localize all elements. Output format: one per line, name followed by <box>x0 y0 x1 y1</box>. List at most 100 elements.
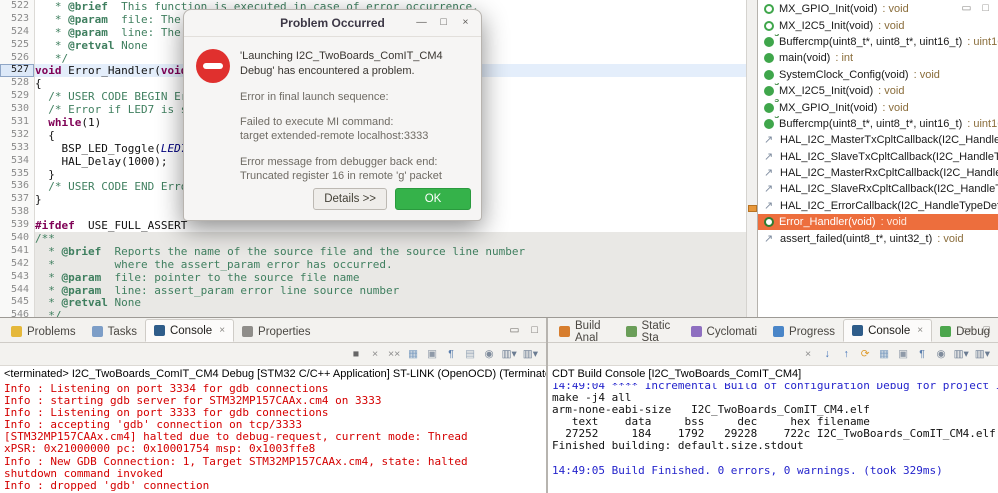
outline-item[interactable]: ↗ HAL_I2C_SlaveTxCpltCallback(I2C_HandleT… <box>758 149 998 165</box>
overview-ruler[interactable] <box>746 0 757 317</box>
dialog-minimize-icon[interactable]: — <box>415 16 428 28</box>
line-number[interactable]: 522 <box>0 0 34 13</box>
pin-console-icon[interactable]: ◉ <box>935 348 948 360</box>
line-number[interactable]: 535 <box>0 168 34 181</box>
details-button[interactable]: Details >> <box>313 188 387 210</box>
line-number[interactable]: 531 <box>0 116 34 129</box>
console-line: 14:49:05 Build Finished. 0 errors, 0 war… <box>552 463 943 477</box>
outline-item[interactable]: SystemClock_Config(void) : void <box>758 67 998 83</box>
clear-console-icon[interactable]: ▦ <box>407 348 420 360</box>
show-stdout-icon[interactable]: ▤ <box>464 348 477 360</box>
scroll-lock-icon[interactable]: ▣ <box>897 348 910 360</box>
function-name: HAL_I2C_MasterTxCpltCallback(I2C_HandleT… <box>780 134 998 147</box>
display-console-icon[interactable]: ▥▾ <box>502 348 517 360</box>
outline-item[interactable]: Buffercmp(uint8_t*, uint8_t*, uint16_t) … <box>758 34 998 50</box>
outline-item[interactable]: ↗ HAL_I2C_MasterTxCpltCallback(I2C_Handle… <box>758 132 998 148</box>
line-number[interactable]: 534 <box>0 155 34 168</box>
maximize-icon[interactable]: □ <box>979 2 992 14</box>
function-name: Error_Handler(void) <box>779 216 876 229</box>
minimize-icon[interactable]: ▭ <box>960 2 973 14</box>
line-number[interactable]: 542 <box>0 258 34 271</box>
build-console-output[interactable]: 14:49:04 **** Incremental Build of confi… <box>548 381 998 493</box>
scroll-lock-icon[interactable]: ▣ <box>426 348 439 360</box>
line-number[interactable]: 544 <box>0 284 34 297</box>
terminate-icon[interactable]: ■ <box>350 348 363 360</box>
line-number[interactable]: 540 <box>0 232 34 245</box>
tab-label: Properties <box>258 325 311 338</box>
minimize-icon[interactable]: ▭ <box>508 324 521 336</box>
outline-item[interactable]: Error_Handler(void) : void <box>758 214 998 231</box>
line-number[interactable]: 538 <box>0 206 34 219</box>
open-console-icon[interactable]: ▥▾ <box>523 348 538 360</box>
close-tab-icon[interactable]: × <box>219 325 225 336</box>
line-number[interactable]: 536 <box>0 180 34 193</box>
function-icon <box>764 116 779 129</box>
line-number[interactable]: 539 <box>0 219 34 232</box>
word-wrap-icon[interactable]: ¶ <box>916 348 929 360</box>
pin-console-icon[interactable]: ◉ <box>483 348 496 360</box>
line-number[interactable]: 532 <box>0 129 34 142</box>
tab-build-anal[interactable]: Build Anal <box>551 319 618 344</box>
line-number[interactable]: 537 <box>0 193 34 206</box>
tab-progress[interactable]: Progress <box>765 321 843 342</box>
line-number[interactable]: 527 <box>0 64 34 78</box>
outline-item[interactable]: MX_GPIO_Init(void) : void <box>758 99 998 115</box>
line-number[interactable]: 545 <box>0 296 34 309</box>
outline-item[interactable]: main(void) : int <box>758 50 998 66</box>
outline-item[interactable]: ↗ HAL_I2C_ErrorCallback(I2C_HandleTypeDef… <box>758 198 998 214</box>
outline-item[interactable]: MX_I2C5_Init(void) : void <box>758 83 998 99</box>
clear-console-icon[interactable]: ▦ <box>878 348 891 360</box>
tab-label: Build Anal <box>575 319 601 344</box>
tab-static-sta[interactable]: Static Sta <box>618 320 683 344</box>
tab-problems[interactable]: Problems <box>3 321 84 342</box>
previous-item-icon[interactable]: ↑ <box>840 348 853 360</box>
next-item-icon[interactable]: ↓ <box>821 348 834 360</box>
line-number[interactable]: 529 <box>0 90 34 103</box>
word-wrap-icon[interactable]: ¶ <box>445 348 458 360</box>
outline-item[interactable]: ↗ HAL_I2C_SlaveRxCpltCallback(I2C_HandleT… <box>758 181 998 197</box>
tab-tasks[interactable]: Tasks <box>84 321 145 342</box>
editor-gutter[interactable]: 522 523 524 525 526 527 528 529 530 531 532 533 534 5… <box>0 0 35 320</box>
tab-console[interactable]: Console × <box>144 319 235 342</box>
outline-item[interactable]: Buffercmp(uint8_t*, uint8_t*, uint16_t) … <box>758 116 998 132</box>
minimize-icon[interactable]: ▭ <box>960 324 973 336</box>
line-number[interactable]: 528 <box>0 77 34 90</box>
problems-icon <box>11 326 22 337</box>
line-number[interactable]: 523 <box>0 13 34 26</box>
line-number[interactable]: 541 <box>0 245 34 258</box>
tab-properties[interactable]: Properties <box>234 321 318 342</box>
outline-item[interactable]: ↗ HAL_I2C_MasterRxCpltCallback(I2C_Handle… <box>758 165 998 181</box>
maximize-icon[interactable]: □ <box>980 324 993 336</box>
outline-item[interactable]: ↗ assert_failed(uint8_t*, uint32_t) : voi… <box>758 230 998 246</box>
remove-launch-icon[interactable]: × <box>369 348 382 360</box>
line-number[interactable]: 533 <box>0 142 34 155</box>
dialog-close-icon[interactable]: × <box>459 16 472 28</box>
overview-marker[interactable] <box>748 205 757 212</box>
dialog-maximize-icon[interactable]: □ <box>437 16 450 28</box>
close-tab-icon[interactable]: × <box>917 325 923 336</box>
display-console-icon[interactable]: ▥▾ <box>954 348 969 360</box>
tasks-icon <box>91 326 103 337</box>
line-number[interactable]: 524 <box>0 26 34 39</box>
maximize-icon[interactable]: □ <box>528 324 541 336</box>
dialog-titlebar[interactable]: Problem Occurred — □ × <box>184 10 481 37</box>
dialog-error-target: target extended-remote localhost:3333 <box>240 130 429 143</box>
outline-window-buttons: ▭ □ <box>960 2 992 14</box>
dialog-error-backend: Error message from debugger back end: <box>240 155 438 168</box>
ide-window: 522 523 524 525 526 527 528 529 530 531 532 533 534 5… <box>0 0 998 493</box>
line-number[interactable]: 525 <box>0 39 34 52</box>
open-console-icon[interactable]: ▥▾ <box>975 348 990 360</box>
tab-cyclomati[interactable]: Cyclomati <box>683 321 765 342</box>
code-line: * @param file: pointer to the source fil… <box>35 270 747 284</box>
line-number[interactable]: 530 <box>0 103 34 116</box>
refresh-icon[interactable]: ⟳ <box>859 348 872 360</box>
line-number[interactable]: 543 <box>0 271 34 284</box>
dialog-title: Problem Occurred <box>280 16 385 30</box>
ok-button[interactable]: OK <box>395 188 471 210</box>
remove-all-launches-icon[interactable]: ×× <box>388 348 401 360</box>
line-number[interactable]: 526 <box>0 52 34 65</box>
remove-item-icon[interactable]: × <box>802 348 815 360</box>
outline-item[interactable]: MX_I2C5_Init(void) : void <box>758 17 998 33</box>
tab-console[interactable]: Console × <box>843 319 933 342</box>
debug-console-output[interactable]: Info : Listening on port 3334 for gdb co… <box>0 381 546 493</box>
